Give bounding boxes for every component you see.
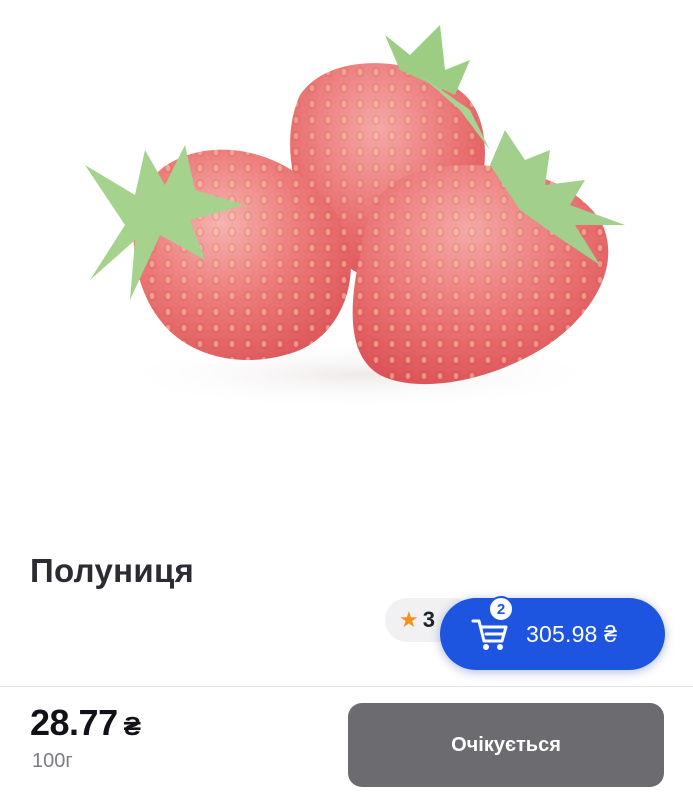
cart-count-badge: 2 (488, 596, 514, 622)
pending-button[interactable]: Очікується (348, 703, 664, 787)
cart-button[interactable]: 2 305.98 ₴ (440, 596, 665, 670)
currency-symbol: ₴ (123, 711, 141, 741)
strawberries-illustration (85, 25, 625, 410)
cart-total: 305.98 ₴ (526, 620, 618, 647)
rating-value: 3 (422, 607, 435, 632)
product-screen: Полуниця ★ 3 2 305.98 ₴ 28.77 ₴ 100г Очік… (0, 0, 693, 800)
price-value: 28.77 (30, 702, 118, 743)
product-title: Полуниця (30, 552, 195, 589)
product-image (0, 0, 693, 500)
unit-weight: 100г (32, 750, 73, 772)
price: 28.77 ₴ (30, 702, 141, 744)
star-icon: ★ (399, 607, 419, 632)
